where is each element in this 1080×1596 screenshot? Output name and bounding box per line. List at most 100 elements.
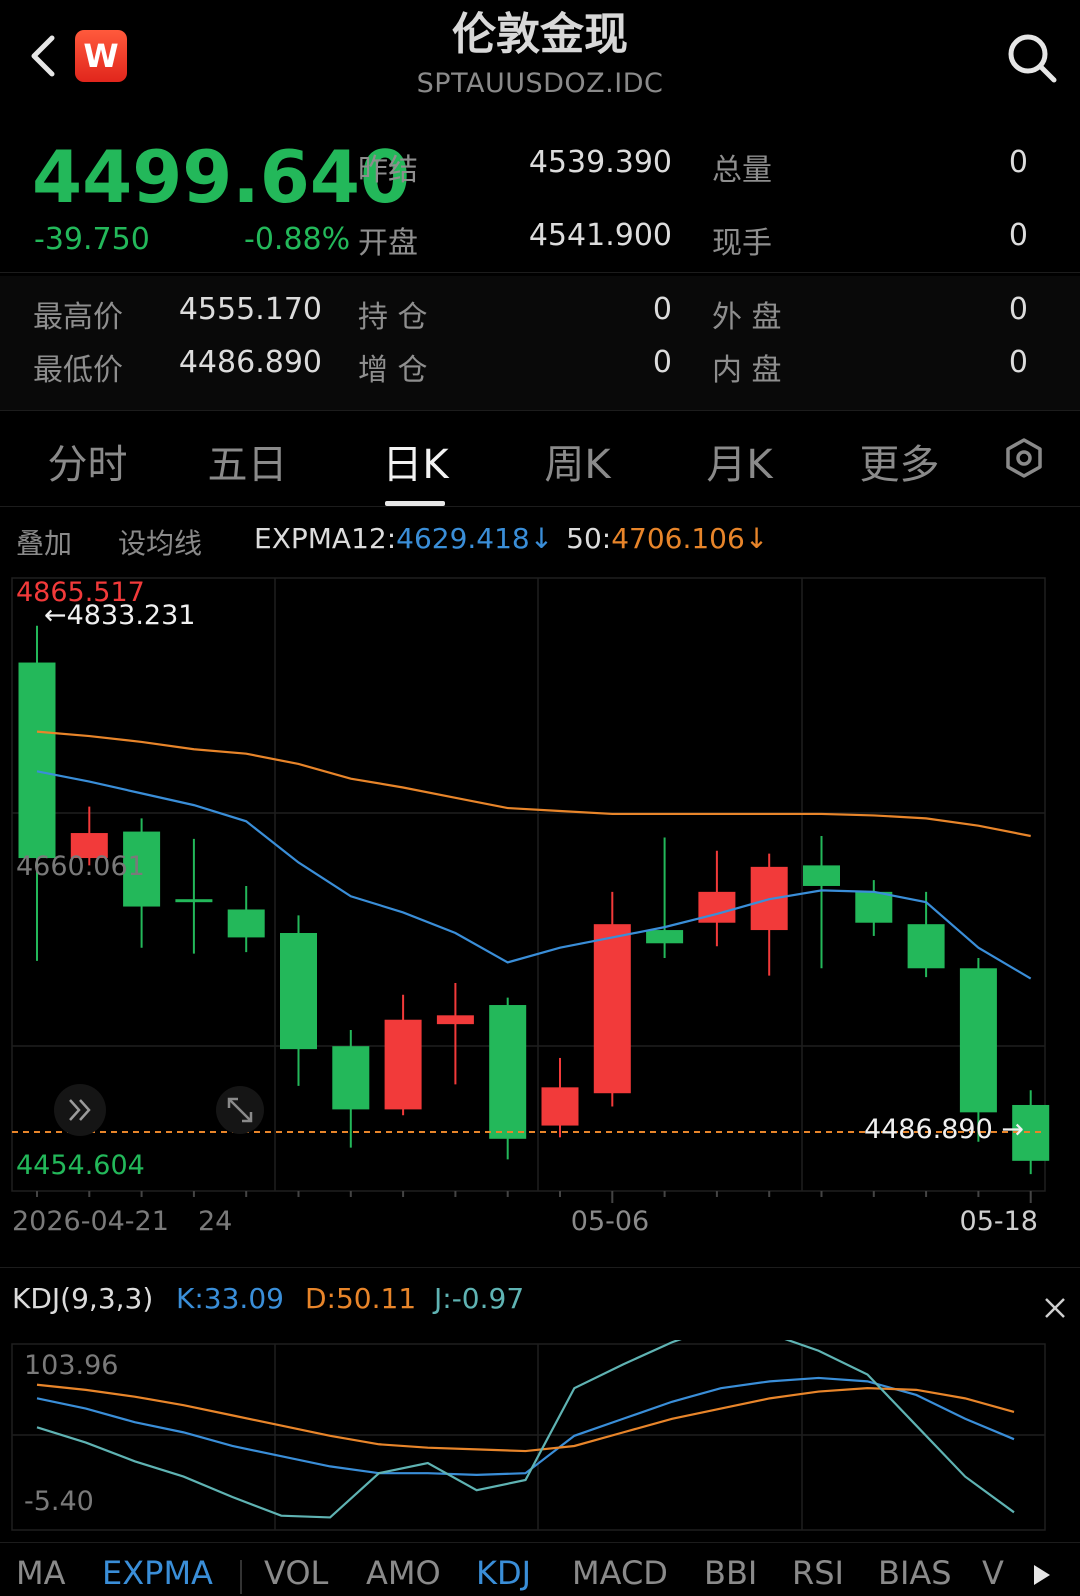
- candle-down[interactable]: [646, 930, 684, 944]
- divider: [0, 506, 1080, 507]
- search-icon[interactable]: [1004, 30, 1060, 86]
- max-price-value: 4833.231: [67, 600, 196, 631]
- date-label: 2026-04-21: [12, 1206, 169, 1237]
- candle-up[interactable]: [593, 924, 631, 1094]
- tab-more[interactable]: 更多: [852, 432, 947, 490]
- close-icon[interactable]: [1040, 1293, 1070, 1323]
- kdj-lines: [36, 1340, 1015, 1519]
- kdj-j-value: J:-0.97: [434, 1282, 525, 1315]
- open-interest-value: 0: [652, 292, 672, 327]
- down-arrow-icon: ↓: [744, 522, 769, 555]
- open-value: 4541.900: [528, 218, 672, 253]
- candle-down[interactable]: [18, 662, 56, 859]
- kdj-grid: [11, 1343, 1046, 1531]
- candle-down[interactable]: [803, 865, 840, 886]
- kdj-line-K: [36, 1376, 1015, 1476]
- kdj-line-J: [36, 1340, 1015, 1519]
- candle-down[interactable]: [227, 909, 265, 938]
- candle-up[interactable]: [541, 1087, 579, 1126]
- indicator-vol[interactable]: VOL: [264, 1554, 328, 1592]
- price-change: -39.750: [34, 222, 150, 257]
- candles: [18, 625, 1050, 1175]
- expand-arrows-icon[interactable]: [216, 1086, 264, 1134]
- kdj-chart[interactable]: 103.96 -5.40: [0, 1340, 1080, 1536]
- divider: [240, 1560, 242, 1594]
- expma12-label: EXPMA12: [254, 522, 387, 555]
- inner-label: 内 盘: [712, 353, 782, 388]
- date-ticks: [36, 1191, 1032, 1203]
- axis-bottom-label: 4454.604: [16, 1150, 145, 1181]
- candle-down[interactable]: [489, 1005, 527, 1139]
- high-label: 最高价: [33, 300, 123, 335]
- total-volume-label: 总量: [712, 153, 772, 188]
- expma-line-50: [36, 730, 1031, 838]
- indicator-expma[interactable]: EXPMA: [102, 1554, 213, 1592]
- tab-five-day[interactable]: 五日: [200, 432, 295, 490]
- outer-label: 外 盘: [712, 300, 782, 335]
- indicator-amo[interactable]: AMO: [366, 1554, 441, 1592]
- candle-down[interactable]: [175, 899, 213, 903]
- date-label: 24: [198, 1206, 232, 1237]
- indicator-rsi[interactable]: RSI: [792, 1554, 844, 1592]
- indicator-kdj[interactable]: KDJ: [476, 1554, 531, 1592]
- tab-daily-k[interactable]: 日K: [368, 432, 463, 490]
- min-price-marker: 4486.890 →: [864, 1114, 1024, 1145]
- current-hand-value: 0: [1008, 218, 1028, 253]
- oi-change-label: 增 仓: [358, 353, 428, 388]
- set-ma-button[interactable]: 设均线: [118, 522, 202, 562]
- candle-up[interactable]: [384, 1019, 422, 1110]
- oi-change-value: 0: [652, 345, 672, 380]
- inner-value: 0: [1008, 345, 1028, 380]
- open-label: 开盘: [358, 226, 418, 261]
- kdj-axis-top: 103.96: [24, 1350, 118, 1381]
- overlay-button[interactable]: 叠加: [16, 522, 72, 562]
- candle-up[interactable]: [436, 1015, 474, 1025]
- indicator-v[interactable]: V: [982, 1554, 1004, 1592]
- indicator-macd[interactable]: MACD: [572, 1554, 668, 1592]
- expma50-label: 50: [566, 522, 602, 555]
- date-label: 05-18: [960, 1206, 1038, 1237]
- prev-settle-label: 昨结: [358, 153, 418, 188]
- expma-lines: [36, 730, 1032, 980]
- hexagon-gear-icon[interactable]: [1002, 436, 1046, 480]
- current-hand-label: 现手: [712, 226, 772, 261]
- open-interest-label: 持 仓: [358, 300, 428, 335]
- candle-down[interactable]: [959, 968, 997, 1113]
- tab-weekly-k[interactable]: 周K: [530, 432, 625, 490]
- double-chevron-right-icon[interactable]: [54, 1084, 106, 1136]
- last-price: 4499.640: [32, 135, 411, 219]
- indicator-bbi[interactable]: BBI: [704, 1554, 757, 1592]
- divider: [0, 1542, 1080, 1543]
- low-value: 4486.890: [178, 345, 322, 380]
- candle-down[interactable]: [280, 933, 317, 1050]
- axis-mid-label: 4660.061: [16, 851, 145, 882]
- tab-intraday[interactable]: 分时: [40, 432, 135, 490]
- expma50-value: 4706.106: [611, 522, 745, 555]
- divider: [0, 272, 1080, 273]
- candle-down[interactable]: [855, 891, 893, 923]
- tab-monthly-k[interactable]: 月K: [692, 432, 787, 490]
- kdj-line-D: [36, 1383, 1015, 1453]
- price-change-percent: -0.88%: [244, 222, 351, 257]
- total-volume-value: 0: [1008, 145, 1028, 180]
- date-label: 05-06: [571, 1206, 649, 1237]
- prev-settle-value: 4539.390: [528, 145, 672, 180]
- divider: [0, 1267, 1080, 1268]
- divider: [0, 410, 1080, 411]
- indicator-bias[interactable]: BIAS: [878, 1554, 952, 1592]
- outer-value: 0: [1008, 292, 1028, 327]
- page-title: 伦敦金现: [452, 9, 628, 60]
- high-value: 4555.170: [178, 292, 322, 327]
- candle-down[interactable]: [332, 1046, 370, 1110]
- candle-down[interactable]: [907, 924, 945, 969]
- expma-line-EXPMA12: [36, 770, 1032, 980]
- play-icon[interactable]: [1026, 1560, 1056, 1590]
- kline-chart[interactable]: 4865.517 4660.061 4454.604 ←4833.231 448…: [0, 570, 1080, 1250]
- kdj-axis-bottom: -5.40: [24, 1486, 94, 1517]
- kdj-d-value: D:50.11: [305, 1282, 417, 1315]
- down-arrow-icon: ↓: [529, 522, 554, 555]
- indicator-ma[interactable]: MA: [16, 1554, 66, 1592]
- low-label: 最低价: [33, 353, 123, 388]
- max-price-marker: ←4833.231: [44, 600, 195, 631]
- kdj-k-value: K:33.09: [176, 1282, 284, 1315]
